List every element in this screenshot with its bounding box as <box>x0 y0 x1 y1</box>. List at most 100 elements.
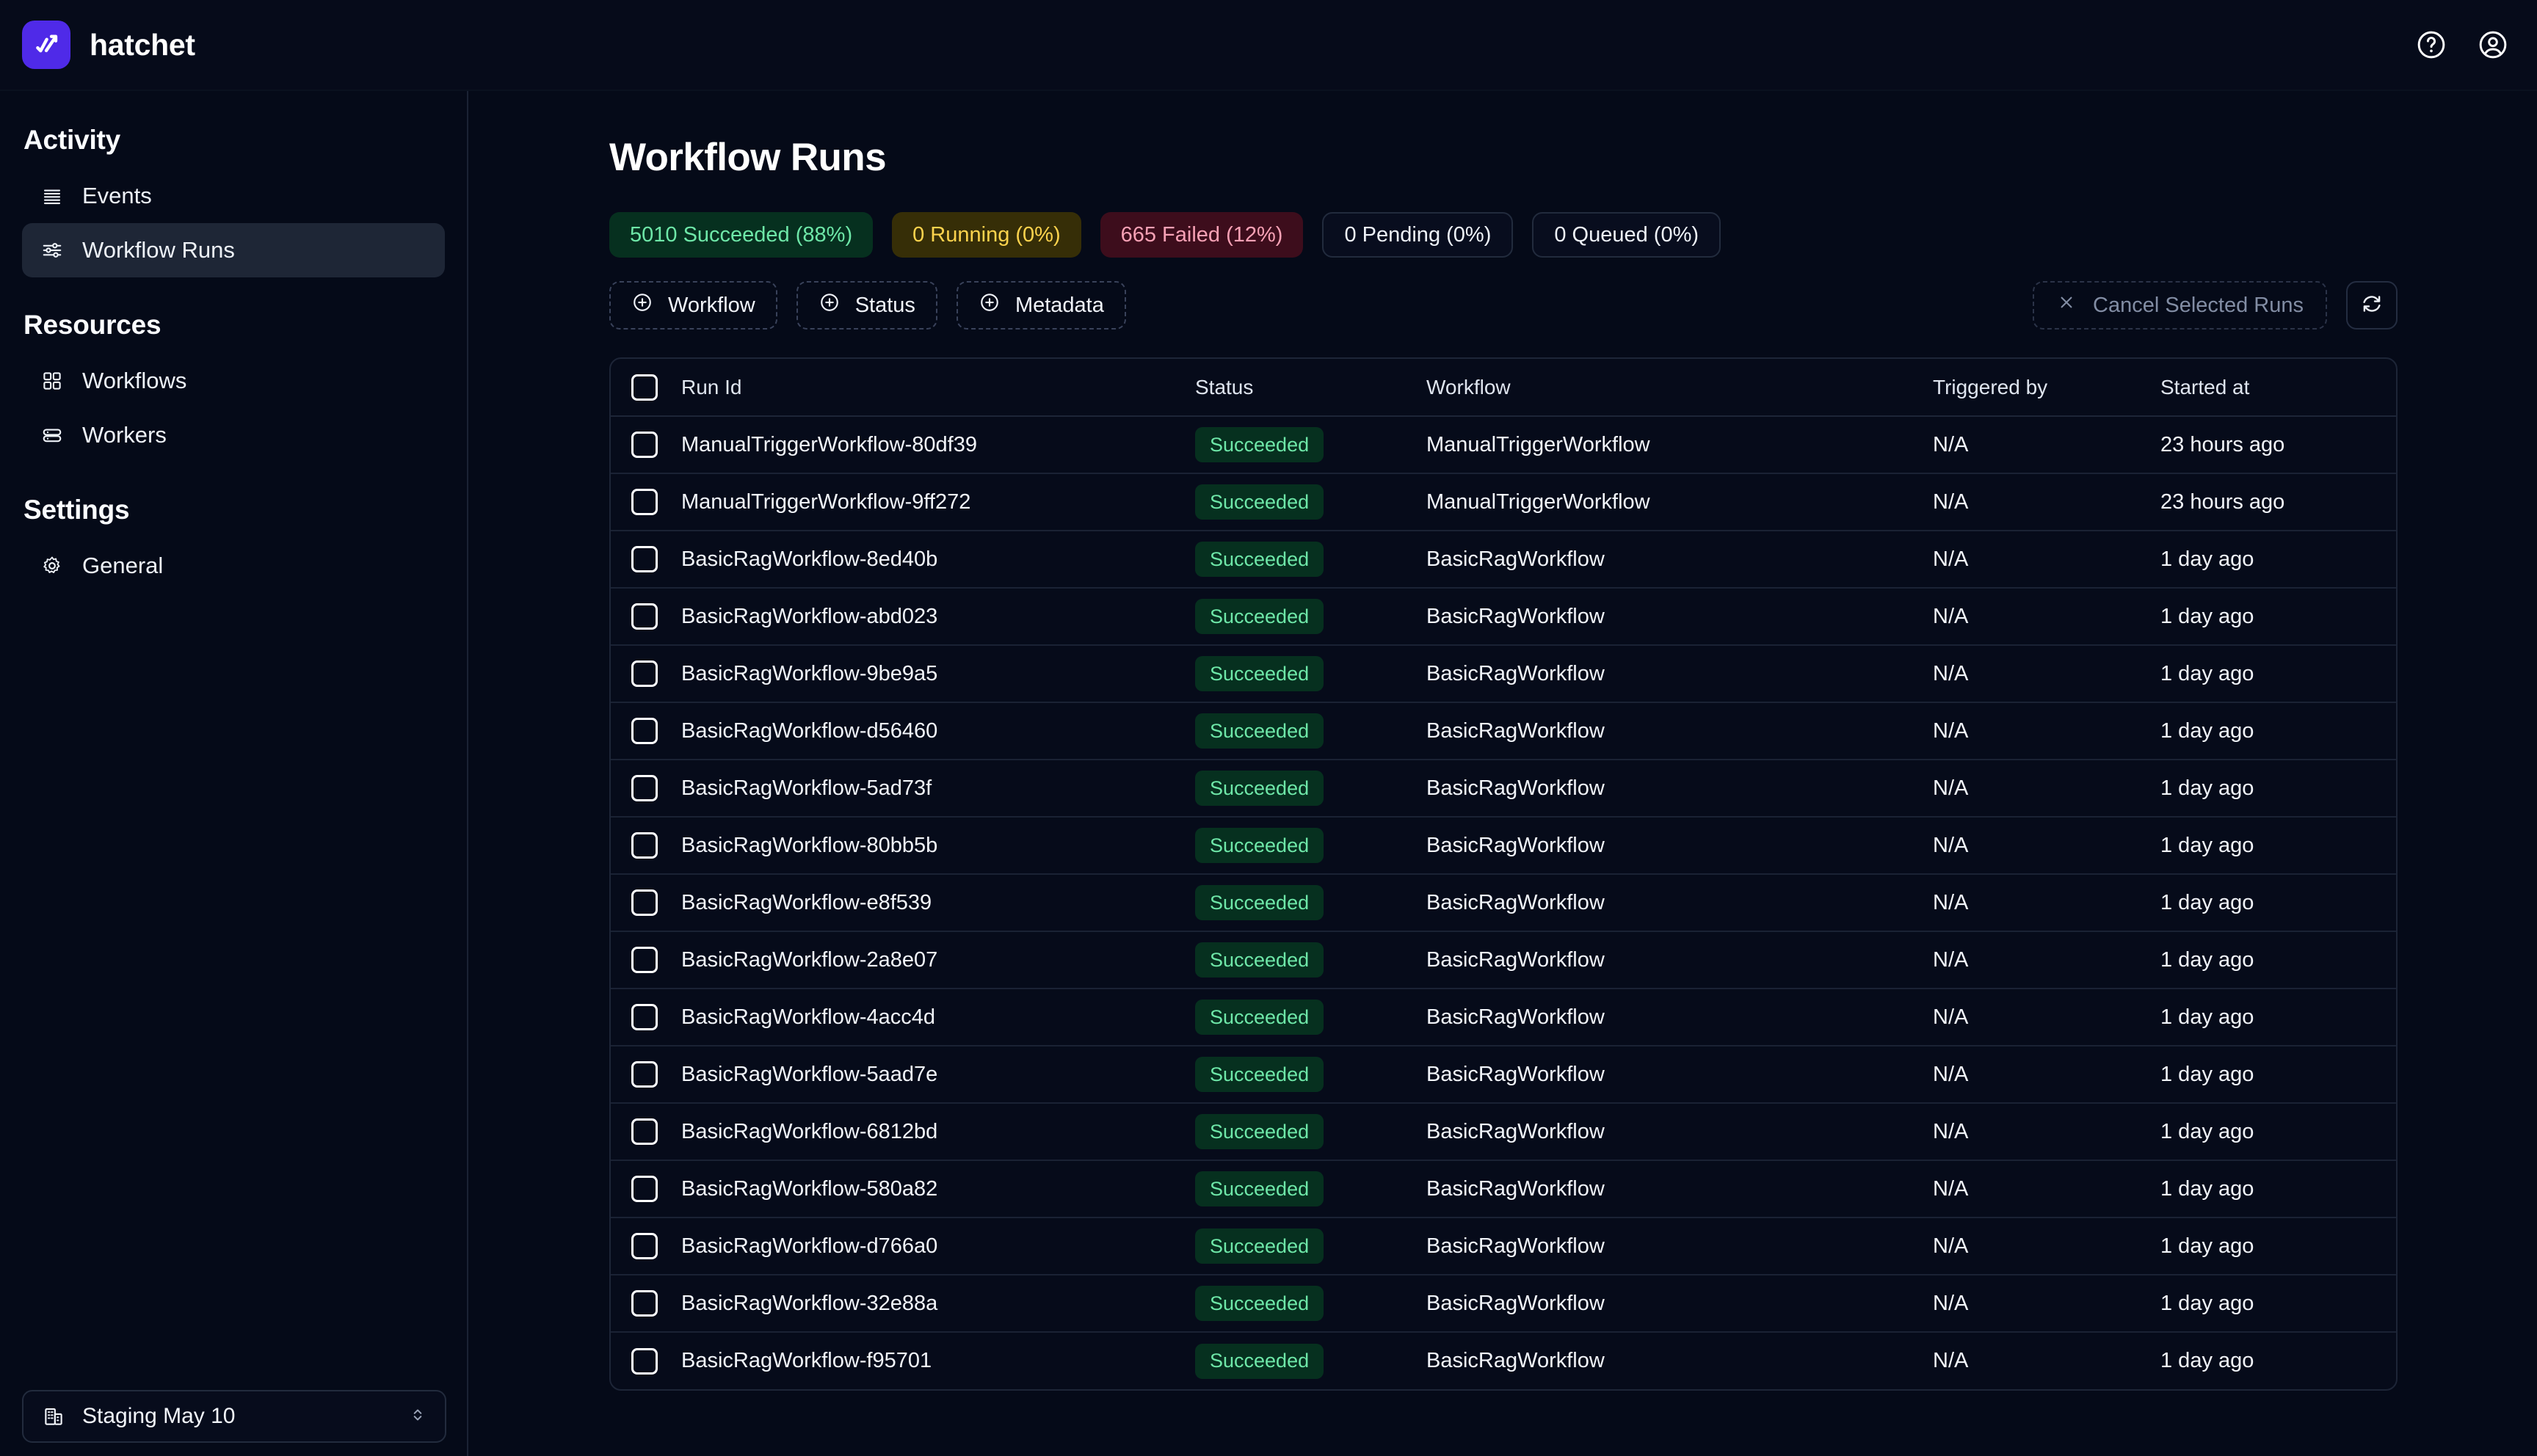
table-row[interactable]: BasicRagWorkflow-8ed40bSucceededBasicRag… <box>611 531 2398 588</box>
cell-triggered-by: N/A <box>1933 416 2160 473</box>
cell-status: Succeeded <box>1195 760 1426 817</box>
cell-status: Succeeded <box>1195 473 1426 531</box>
row-checkbox[interactable] <box>631 603 658 630</box>
cell-triggered-by: N/A <box>1933 1160 2160 1217</box>
cell-started-at: 1 day ago <box>2160 1103 2398 1160</box>
row-checkbox[interactable] <box>631 1348 658 1375</box>
cell-workflow: BasicRagWorkflow <box>1426 702 1933 760</box>
table-row[interactable]: ManualTriggerWorkflow-80df39SucceededMan… <box>611 416 2398 473</box>
cell-started-at: 1 day ago <box>2160 874 2398 931</box>
row-checkbox[interactable] <box>631 718 658 744</box>
row-checkbox[interactable] <box>631 775 658 801</box>
cell-workflow: BasicRagWorkflow <box>1426 989 1933 1046</box>
row-checkbox[interactable] <box>631 889 658 916</box>
cell-workflow: BasicRagWorkflow <box>1426 645 1933 702</box>
row-checkbox[interactable] <box>631 832 658 859</box>
filter-button-workflow[interactable]: Workflow <box>609 281 777 330</box>
column-header-triggered-by[interactable]: Triggered by <box>1933 359 2160 416</box>
select-all-header <box>611 359 681 416</box>
row-select-cell <box>611 416 681 473</box>
cell-triggered-by: N/A <box>1933 588 2160 645</box>
cell-workflow: BasicRagWorkflow <box>1426 588 1933 645</box>
brand-name: hatchet <box>90 28 195 62</box>
row-checkbox[interactable] <box>631 546 658 572</box>
row-checkbox[interactable] <box>631 1290 658 1317</box>
plus-circle-icon <box>979 291 1001 319</box>
table-row[interactable]: BasicRagWorkflow-2a8e07SucceededBasicRag… <box>611 931 2398 989</box>
brand-logo-group[interactable]: hatchet <box>22 21 195 69</box>
cancel-selected-runs-button[interactable]: Cancel Selected Runs <box>2033 281 2327 330</box>
table-row[interactable]: BasicRagWorkflow-32e88aSucceededBasicRag… <box>611 1275 2398 1332</box>
cell-triggered-by: N/A <box>1933 1103 2160 1160</box>
filter-button-metadata[interactable]: Metadata <box>957 281 1126 330</box>
sidebar-item-label: General <box>82 553 163 579</box>
status-badge: Succeeded <box>1195 1000 1324 1035</box>
cell-workflow: BasicRagWorkflow <box>1426 1332 1933 1389</box>
sidebar-section-title-settings: Settings <box>0 495 467 525</box>
sidebar-item-events[interactable]: Events <box>22 169 445 223</box>
status-badge: Succeeded <box>1195 427 1324 462</box>
row-checkbox[interactable] <box>631 1004 658 1030</box>
help-circle-icon[interactable] <box>2414 27 2449 62</box>
status-chip-running[interactable]: 0 Running (0%) <box>892 212 1081 258</box>
table-row[interactable]: BasicRagWorkflow-abd023SucceededBasicRag… <box>611 588 2398 645</box>
cell-workflow: ManualTriggerWorkflow <box>1426 473 1933 531</box>
cell-triggered-by: N/A <box>1933 1332 2160 1389</box>
table-row[interactable]: BasicRagWorkflow-80bb5bSucceededBasicRag… <box>611 817 2398 874</box>
chevron-up-down-icon <box>408 1405 427 1428</box>
sidebar-item-workflow-runs[interactable]: Workflow Runs <box>22 223 445 277</box>
cell-run-id: BasicRagWorkflow-d56460 <box>681 702 1195 760</box>
status-chip-pending[interactable]: 0 Pending (0%) <box>1322 212 1513 258</box>
cell-started-at: 1 day ago <box>2160 1217 2398 1275</box>
cell-run-id: BasicRagWorkflow-6812bd <box>681 1103 1195 1160</box>
table-row[interactable]: BasicRagWorkflow-4acc4dSucceededBasicRag… <box>611 989 2398 1046</box>
table-row[interactable]: BasicRagWorkflow-f95701SucceededBasicRag… <box>611 1332 2398 1389</box>
row-checkbox[interactable] <box>631 1233 658 1259</box>
cell-triggered-by: N/A <box>1933 1046 2160 1103</box>
cell-status: Succeeded <box>1195 1103 1426 1160</box>
row-checkbox[interactable] <box>631 660 658 687</box>
status-chip-failed[interactable]: 665 Failed (12%) <box>1100 212 1304 258</box>
table-row[interactable]: BasicRagWorkflow-9be9a5SucceededBasicRag… <box>611 645 2398 702</box>
table-row[interactable]: ManualTriggerWorkflow-9ff272SucceededMan… <box>611 473 2398 531</box>
row-checkbox[interactable] <box>631 432 658 458</box>
cell-status: Succeeded <box>1195 817 1426 874</box>
table-row[interactable]: BasicRagWorkflow-e8f539SucceededBasicRag… <box>611 874 2398 931</box>
column-header-workflow[interactable]: Workflow <box>1426 359 1933 416</box>
sidebar-item-workflows[interactable]: Workflows <box>22 354 445 408</box>
column-header-run-id[interactable]: Run Id <box>681 359 1195 416</box>
environment-selector[interactable]: Staging May 10 <box>22 1390 446 1443</box>
table-row[interactable]: BasicRagWorkflow-d766a0SucceededBasicRag… <box>611 1217 2398 1275</box>
select-all-checkbox[interactable] <box>631 374 658 401</box>
cell-started-at: 23 hours ago <box>2160 473 2398 531</box>
cell-workflow: BasicRagWorkflow <box>1426 1160 1933 1217</box>
table-row[interactable]: BasicRagWorkflow-d56460SucceededBasicRag… <box>611 702 2398 760</box>
column-header-status[interactable]: Status <box>1195 359 1426 416</box>
column-header-started-at[interactable]: Started at <box>2160 359 2398 416</box>
sidebar-item-general[interactable]: General <box>22 539 445 593</box>
cell-started-at: 1 day ago <box>2160 1332 2398 1389</box>
row-checkbox[interactable] <box>631 1118 658 1145</box>
filter-button-status[interactable]: Status <box>796 281 937 330</box>
table-row[interactable]: BasicRagWorkflow-580a82SucceededBasicRag… <box>611 1160 2398 1217</box>
cell-triggered-by: N/A <box>1933 473 2160 531</box>
sidebar-item-workers[interactable]: Workers <box>22 408 445 462</box>
sidebar: Activity Events Workflow Runs Resourc <box>0 91 468 1456</box>
refresh-button[interactable] <box>2346 281 2398 330</box>
cell-started-at: 1 day ago <box>2160 588 2398 645</box>
cell-workflow: BasicRagWorkflow <box>1426 931 1933 989</box>
cell-started-at: 1 day ago <box>2160 1046 2398 1103</box>
table-row[interactable]: BasicRagWorkflow-5aad7eSucceededBasicRag… <box>611 1046 2398 1103</box>
status-chip-queued[interactable]: 0 Queued (0%) <box>1532 212 1721 258</box>
row-checkbox[interactable] <box>631 1176 658 1202</box>
row-checkbox[interactable] <box>631 1061 658 1088</box>
status-chip-succeeded[interactable]: 5010 Succeeded (88%) <box>609 212 873 258</box>
user-circle-icon[interactable] <box>2475 27 2511 62</box>
row-select-cell <box>611 989 681 1046</box>
row-checkbox[interactable] <box>631 947 658 973</box>
table-row[interactable]: BasicRagWorkflow-5ad73fSucceededBasicRag… <box>611 760 2398 817</box>
table-row[interactable]: BasicRagWorkflow-6812bdSucceededBasicRag… <box>611 1103 2398 1160</box>
row-checkbox[interactable] <box>631 489 658 515</box>
sliders-icon <box>40 238 65 263</box>
status-badge: Succeeded <box>1195 942 1324 978</box>
